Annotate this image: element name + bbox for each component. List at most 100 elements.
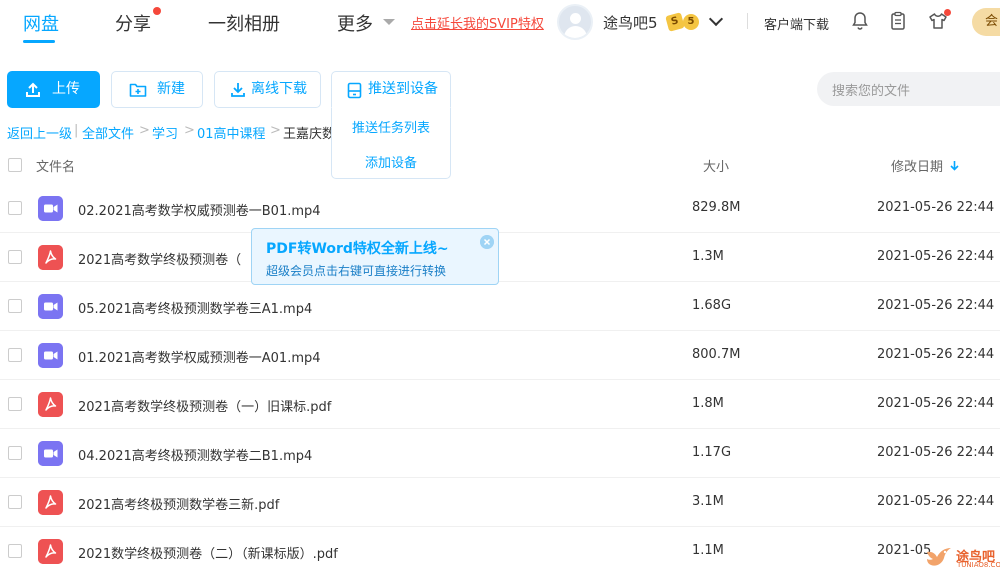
tab-netdisk[interactable]: 网盘	[23, 10, 59, 36]
offline-download-button[interactable]: 离线下载	[214, 71, 321, 108]
column-header-name[interactable]: 文件名	[36, 156, 75, 175]
breadcrumb-current: 王嘉庆数	[283, 127, 336, 142]
file-name[interactable]: 04.2021高考终极预测数学卷二B1.mp4	[78, 445, 312, 464]
clipboard-icon[interactable]	[888, 11, 908, 31]
file-size: 800.7M	[692, 347, 741, 362]
file-size: 1.1M	[692, 543, 724, 558]
breadcrumb-highschool[interactable]: 01高中课程	[197, 123, 266, 142]
sort-desc-icon[interactable]	[950, 160, 959, 171]
select-all-checkbox[interactable]	[8, 158, 22, 172]
close-icon[interactable]	[480, 235, 494, 249]
row-checkbox[interactable]	[8, 544, 22, 558]
pdf-file-icon	[38, 539, 63, 564]
netdisk-app: 网盘 分享 一刻相册 更多 点击延长我的SVIP特权 途鸟吧5 S 5 客户端下…	[0, 0, 1000, 572]
table-row[interactable]: 2021高考数学终极预测卷（ 1.3M 2021-05-26 22:44	[0, 233, 1000, 282]
pdf-file-icon	[38, 490, 63, 515]
column-header-size[interactable]: 大小	[703, 156, 729, 175]
breadcrumb-separator: >	[184, 123, 195, 138]
client-download-link[interactable]: 客户端下载	[764, 14, 829, 33]
video-file-icon	[38, 343, 63, 368]
pdf-file-icon	[38, 392, 63, 417]
file-modified: 2021-05-26 22:44	[877, 445, 995, 460]
table-row[interactable]: 01.2021高考数学权威预测卷一A01.mp4 800.7M 2021-05-26…	[0, 331, 1000, 380]
file-name[interactable]: 2021数学终极预测卷（二）（新课标版）.pdf	[78, 543, 338, 562]
tab-album[interactable]: 一刻相册	[208, 10, 280, 36]
file-name[interactable]: 2021高考数学终极预测卷（	[78, 249, 241, 268]
member-button[interactable]: 会	[972, 8, 1000, 36]
tab-more[interactable]: 更多	[337, 10, 373, 36]
push-to-device-label: 推送到设备	[368, 81, 438, 97]
file-name[interactable]: 2021高考数学终极预测卷（一）旧课标.pdf	[78, 396, 331, 415]
svip-promo-link[interactable]: 点击延长我的SVIP特权	[411, 13, 544, 32]
row-checkbox[interactable]	[8, 495, 22, 509]
svip-badge: S	[665, 12, 685, 32]
video-file-icon	[38, 294, 63, 319]
row-checkbox[interactable]	[8, 250, 22, 264]
tooltip-title: PDF转Word特权全新上线~	[266, 241, 449, 257]
pdf-file-icon	[38, 245, 63, 270]
watermark-subtext: TUNIAO8.COM	[957, 561, 1000, 569]
watermark-logo: 途鸟吧 TUNIAO8.COM	[924, 540, 1000, 572]
share-notification-dot	[153, 7, 161, 15]
upload-icon	[26, 82, 40, 97]
tooltip-description: 超级会员点击右键可直接进行转换	[266, 264, 447, 278]
nav-divider	[747, 13, 748, 29]
chevron-down-icon[interactable]	[708, 11, 724, 27]
push-to-device-button[interactable]: 推送到设备	[331, 71, 451, 108]
video-file-icon	[38, 441, 63, 466]
file-modified: 2021-05-26 22:44	[877, 298, 995, 313]
breadcrumb-all-files[interactable]: 全部文件	[82, 123, 134, 142]
file-name[interactable]: 05.2021高考终极预测数学卷三A1.mp4	[78, 298, 312, 317]
skin-notification-dot	[944, 9, 951, 16]
table-row[interactable]: 02.2021高考数学权威预测卷一B01.mp4 829.8M 2021-05-26…	[0, 184, 1000, 233]
file-size: 1.68G	[692, 298, 732, 313]
table-row[interactable]: 2021数学终极预测卷（二）（新课标版）.pdf 1.1M 2021-05	[0, 527, 1000, 572]
table-row[interactable]: 04.2021高考终极预测数学卷二B1.mp4 1.17G 2021-05-26 2…	[0, 429, 1000, 478]
file-size: 1.17G	[692, 445, 732, 460]
download-icon	[231, 83, 245, 97]
row-checkbox[interactable]	[8, 299, 22, 313]
breadcrumb-separator: >	[139, 123, 150, 138]
upload-label: 上传	[52, 81, 80, 97]
pdf-convert-tooltip: PDF转Word特权全新上线~ 超级会员点击右键可直接进行转换	[251, 228, 499, 285]
breadcrumb-study[interactable]: 学习	[152, 123, 178, 142]
level-badge: 5	[683, 14, 699, 30]
file-size: 829.8M	[692, 200, 741, 215]
offline-download-label: 离线下载	[251, 81, 307, 97]
upload-button[interactable]: 上传	[7, 71, 100, 108]
push-task-list-item[interactable]: 推送任务列表	[332, 117, 450, 136]
breadcrumb-back[interactable]: 返回上一级	[7, 123, 72, 142]
column-header-modified[interactable]: 修改日期	[891, 156, 943, 175]
bell-icon[interactable]	[850, 11, 870, 31]
file-name[interactable]: 02.2021高考数学权威预测卷一B01.mp4	[78, 200, 321, 219]
video-file-icon	[38, 196, 63, 221]
top-nav: 网盘 分享 一刻相册 更多 点击延长我的SVIP特权 途鸟吧5 S 5 客户端下…	[0, 0, 1000, 46]
add-device-item[interactable]: 添加设备	[332, 152, 450, 171]
device-icon	[347, 82, 362, 99]
avatar[interactable]	[557, 4, 593, 40]
row-checkbox[interactable]	[8, 348, 22, 362]
more-caret-icon[interactable]	[383, 19, 395, 25]
file-name[interactable]: 2021高考终极预测数学卷三新.pdf	[78, 494, 279, 513]
bird-logo-icon	[927, 548, 951, 566]
file-size: 3.1M	[692, 494, 724, 509]
file-modified: 2021-05-26 22:44	[877, 396, 995, 411]
table-row[interactable]: 2021高考终极预测数学卷三新.pdf 3.1M 2021-05-26 22:44	[0, 478, 1000, 527]
row-checkbox[interactable]	[8, 446, 22, 460]
search-input[interactable]: 搜索您的文件	[817, 72, 1000, 106]
breadcrumb-divider: |	[74, 123, 79, 138]
push-dropdown-menu: 推送任务列表 添加设备	[331, 107, 451, 179]
tab-share[interactable]: 分享	[115, 10, 151, 36]
new-folder-icon	[129, 83, 147, 97]
table-row[interactable]: 2021高考数学终极预测卷（一）旧课标.pdf 1.8M 2021-05-26 22…	[0, 380, 1000, 429]
file-modified: 2021-05-26 22:44	[877, 249, 995, 264]
file-modified: 2021-05-26 22:44	[877, 347, 995, 362]
table-row[interactable]: 05.2021高考终极预测数学卷三A1.mp4 1.68G 2021-05-26 2…	[0, 282, 1000, 331]
file-name[interactable]: 01.2021高考数学权威预测卷一A01.mp4	[78, 347, 321, 366]
row-checkbox[interactable]	[8, 201, 22, 215]
file-size: 1.8M	[692, 396, 724, 411]
row-checkbox[interactable]	[8, 397, 22, 411]
file-modified: 2021-05-26 22:44	[877, 200, 995, 215]
username[interactable]: 途鸟吧5	[603, 12, 658, 33]
new-folder-button[interactable]: 新建	[111, 71, 203, 108]
